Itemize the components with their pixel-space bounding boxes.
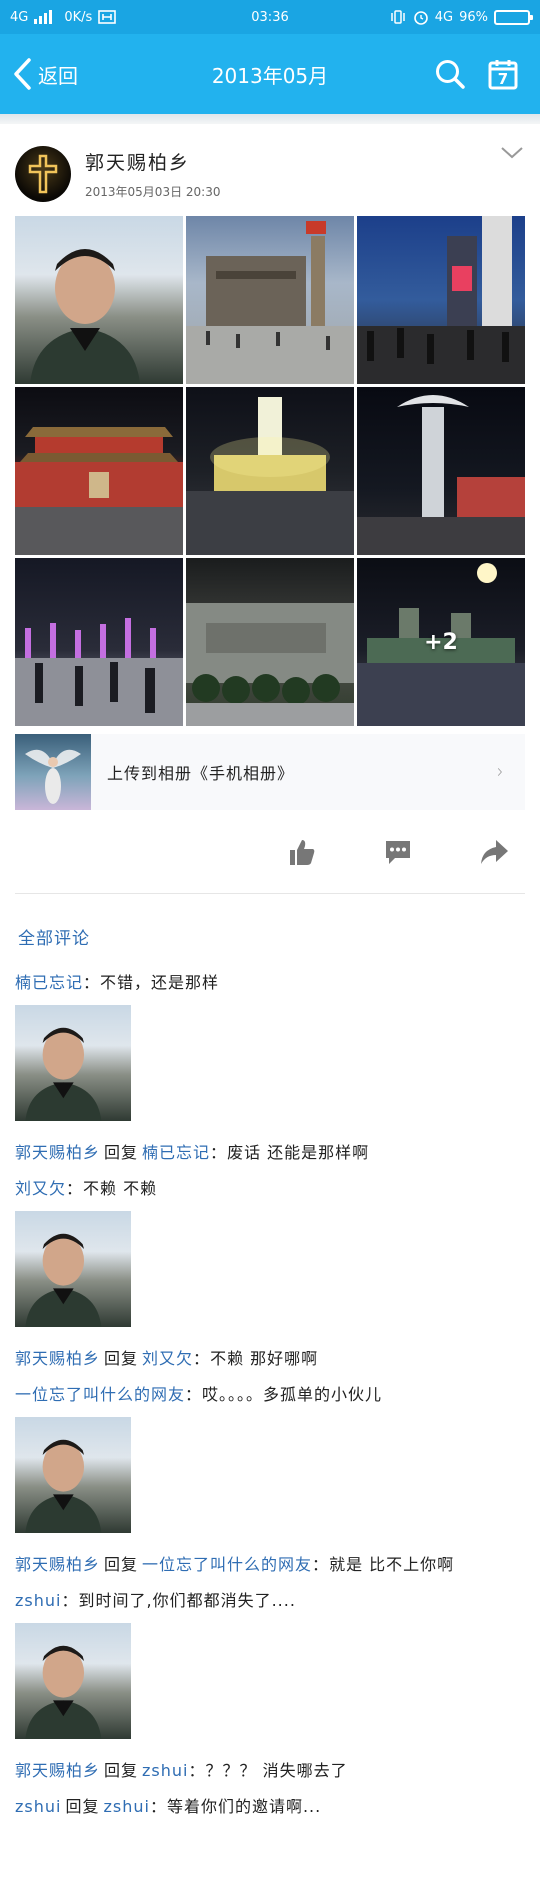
post-actions	[15, 810, 525, 894]
comment-item: 刘又欠：不赖 不赖	[15, 1179, 158, 1198]
post-meta: 郭天赐柏乡 2013年05月03日 20:30	[85, 148, 220, 200]
back-chevron-icon	[14, 58, 31, 90]
comment-text: 不赖 那好哪啊	[210, 1349, 319, 1368]
network-type-left: 4G	[10, 9, 29, 25]
comment-item: 楠已忘记：不错，还是那样	[15, 973, 220, 992]
comment-reply: zshui 回复 zshui：等着你们的邀请啊...	[15, 1797, 322, 1816]
commenter-name[interactable]: 一位忘了叫什么的网友	[15, 1385, 185, 1404]
comment-icon	[386, 840, 410, 864]
comment-text: ？？？ 消失哪去了	[205, 1761, 348, 1780]
avatar[interactable]	[15, 146, 71, 202]
photo-thumbnail-more[interactable]: +2	[357, 558, 525, 726]
photo-thumbnail[interactable]	[15, 216, 183, 384]
album-label: 上传到相册《手机相册》	[107, 764, 295, 783]
network-type-right: 4G	[434, 9, 454, 25]
photo-thumbnail[interactable]	[186, 558, 354, 726]
like-button[interactable]	[285, 835, 319, 869]
vibrate-icon	[390, 10, 405, 24]
post-time: 2013年05月03日 20:30	[85, 185, 221, 199]
header-actions: 7	[434, 58, 540, 90]
comment-reply: 郭天赐柏乡 回复 楠已忘记：废话 还能是那样啊	[15, 1143, 370, 1162]
photo-thumbnail[interactable]	[357, 216, 525, 384]
reply-target[interactable]: zshui	[103, 1797, 149, 1816]
photo-thumbnail[interactable]	[15, 558, 183, 726]
comment-image[interactable]	[15, 1623, 131, 1739]
commenter-name[interactable]: 郭天赐柏乡	[15, 1761, 100, 1780]
comment-reply: 郭天赐柏乡 回复 一位忘了叫什么的网友：就是 比不上你啊	[15, 1555, 455, 1574]
post-header: 郭天赐柏乡 2013年05月03日 20:30	[0, 124, 540, 216]
network-speed: 0K/s	[64, 9, 93, 25]
calendar-day: 7	[497, 70, 509, 88]
photo-thumbnail[interactable]	[186, 216, 354, 384]
header-divider	[0, 114, 540, 124]
chevron-down-icon[interactable]	[500, 146, 524, 160]
comment-text: 不赖 不赖	[83, 1179, 158, 1198]
hd-icon	[98, 10, 117, 24]
commenter-name[interactable]: 郭天赐柏乡	[15, 1555, 100, 1574]
more-photos-count: +2	[424, 629, 458, 655]
comment-reply: 郭天赐柏乡 回复 刘又欠：不赖 那好哪啊	[15, 1349, 319, 1368]
commenter-name[interactable]: 郭天赐柏乡	[15, 1349, 100, 1368]
reply-word: 回复	[104, 1555, 139, 1574]
photo-thumbnail[interactable]	[15, 387, 183, 555]
commenter-name[interactable]: 楠已忘记	[15, 973, 83, 992]
status-left: 4G 0K/s	[10, 9, 117, 25]
reply-word: 回复	[104, 1143, 139, 1162]
battery-icon	[494, 9, 533, 25]
calendar-button[interactable]: 7	[488, 58, 518, 90]
comment-reply: 郭天赐柏乡 回复 zshui：？？？ 消失哪去了	[15, 1761, 348, 1780]
reply-target[interactable]: 刘又欠	[142, 1349, 193, 1368]
reply-target[interactable]: zshui	[142, 1761, 188, 1780]
search-icon[interactable]	[434, 58, 466, 90]
comments-section: 全部评论 楠已忘记：不错，还是那样 郭天赐柏乡 回复 楠已忘记：废话 还能是那样啊 …	[0, 924, 540, 1821]
comment-text: 就是 比不上你啊	[329, 1555, 455, 1574]
cross-icon	[28, 154, 58, 194]
photo-thumbnail[interactable]	[357, 387, 525, 555]
commenter-name[interactable]: 刘又欠	[15, 1179, 66, 1198]
comments-title: 全部评论	[18, 929, 90, 949]
comment-text: 废话 还能是那样啊	[227, 1143, 370, 1162]
comment-image[interactable]	[15, 1211, 131, 1327]
back-button[interactable]: 返回	[0, 34, 78, 114]
comment-text: 等着你们的邀请啊...	[166, 1797, 322, 1816]
commenter-name[interactable]: 郭天赐柏乡	[15, 1143, 100, 1162]
signal-icon	[34, 10, 53, 24]
photo-grid: +2	[0, 216, 540, 726]
album-thumbnail	[15, 734, 91, 810]
album-link[interactable]: 上传到相册《手机相册》	[15, 734, 525, 810]
comment-item: zshui：到时间了,你们都都消失了....	[15, 1591, 296, 1610]
status-bar: 4G 0K/s 03:36 4G 96%	[0, 0, 540, 34]
comment-image[interactable]	[15, 1417, 131, 1533]
share-button[interactable]	[477, 835, 511, 869]
comment-text: 哎。。。。多孤单的小伙儿	[202, 1385, 383, 1404]
commenter-name[interactable]: zshui	[15, 1797, 61, 1816]
reply-target[interactable]: 楠已忘记	[142, 1143, 210, 1162]
photo-thumbnail[interactable]	[186, 387, 354, 555]
commenter-name[interactable]: zshui	[15, 1591, 61, 1610]
share-icon	[481, 839, 508, 864]
status-right: 4G 96%	[389, 9, 533, 25]
reply-word: 回复	[65, 1797, 100, 1816]
back-label: 返回	[38, 63, 78, 88]
reply-word: 回复	[104, 1349, 139, 1368]
post-author[interactable]: 郭天赐柏乡	[85, 148, 220, 175]
reply-word: 回复	[104, 1761, 139, 1780]
chevron-right-icon	[497, 768, 502, 776]
comment-text: 不错，还是那样	[100, 973, 220, 992]
comment-item: 一位忘了叫什么的网友：哎。。。。多孤单的小伙儿	[15, 1385, 383, 1404]
comment-button[interactable]	[381, 835, 415, 869]
comment-image[interactable]	[15, 1005, 131, 1121]
app-header: 返回 2013年05月 7	[0, 34, 540, 114]
reply-target[interactable]: 一位忘了叫什么的网友	[142, 1555, 312, 1574]
battery-percent: 96%	[459, 9, 488, 25]
alarm-icon	[413, 11, 428, 25]
like-icon	[290, 839, 315, 865]
comment-text: 到时间了,你们都都消失了....	[78, 1591, 296, 1610]
